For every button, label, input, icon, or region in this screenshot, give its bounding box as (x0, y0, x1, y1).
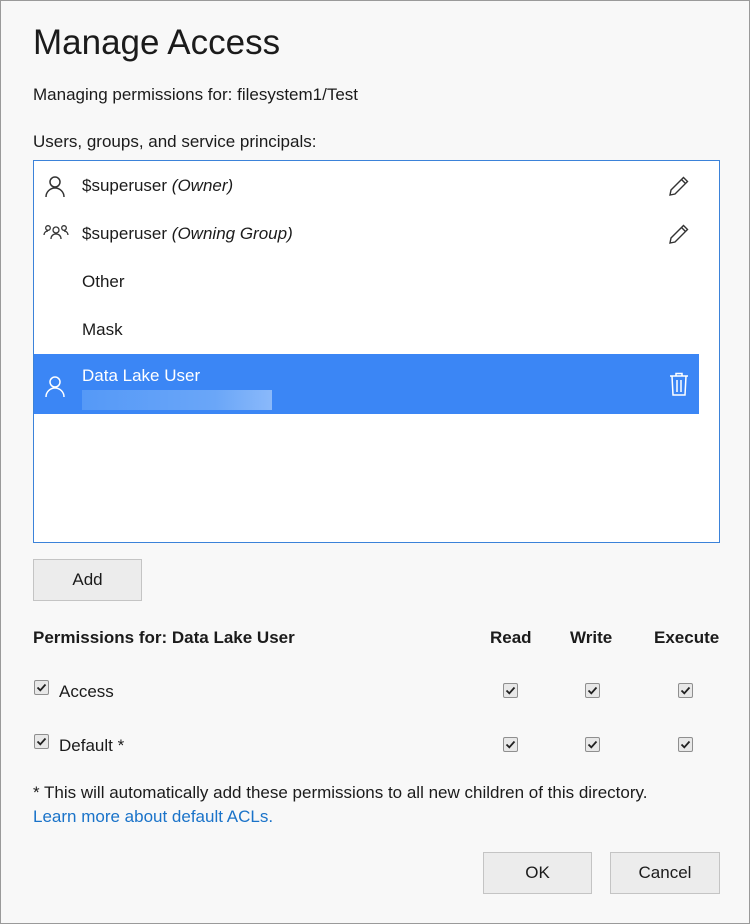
ok-button[interactable]: OK (483, 852, 592, 894)
principal-role: (Owner) (171, 176, 234, 195)
principal-row-mask[interactable]: Mask (34, 306, 699, 354)
check-icon (505, 686, 516, 695)
cancel-button[interactable]: Cancel (610, 852, 720, 894)
check-icon (505, 740, 516, 749)
learn-more-link[interactable]: Learn more about default ACLs. (33, 807, 273, 827)
default-write-checkbox[interactable] (585, 737, 600, 752)
access-read-checkbox[interactable] (503, 683, 518, 698)
dialog-title: Manage Access (33, 23, 281, 62)
default-label: Default * (59, 736, 125, 755)
manage-access-dialog: Manage Access Managing permissions for: … (0, 0, 750, 924)
edit-pencil-icon[interactable] (665, 220, 693, 248)
check-icon (680, 686, 691, 695)
add-button[interactable]: Add (33, 559, 142, 601)
check-icon (36, 737, 47, 746)
principal-name: Other (82, 272, 125, 291)
principal-name: Mask (82, 320, 123, 339)
access-enable-checkbox[interactable] (34, 680, 49, 695)
check-icon (587, 686, 598, 695)
column-execute: Execute (654, 628, 720, 647)
trash-icon[interactable] (665, 370, 693, 398)
user-icon (43, 374, 67, 398)
principals-list-label: Users, groups, and service principals: (33, 132, 317, 151)
check-icon (36, 683, 47, 692)
principal-row-owning-group[interactable]: $superuser (Owning Group) (34, 210, 699, 258)
check-icon (680, 740, 691, 749)
default-permissions-footnote: * This will automatically add these perm… (33, 783, 648, 802)
principal-role: (Owning Group) (171, 224, 293, 243)
principal-row-owner[interactable]: $superuser (Owner) (34, 162, 699, 210)
default-read-checkbox[interactable] (503, 737, 518, 752)
permissions-header: Permissions for: Data Lake User (33, 628, 295, 647)
access-execute-checkbox[interactable] (678, 683, 693, 698)
edit-pencil-icon[interactable] (665, 172, 693, 200)
check-icon (587, 740, 598, 749)
principal-name: $superuser (82, 224, 168, 243)
default-enable-checkbox[interactable] (34, 734, 49, 749)
principal-name: Data Lake User (82, 366, 201, 385)
principals-listbox[interactable]: $superuser (Owner) $superuser (Owning Gr… (33, 160, 720, 543)
column-read: Read (490, 628, 532, 647)
principal-row-data-lake-user[interactable]: Data Lake User (34, 354, 699, 414)
user-icon (43, 174, 67, 198)
access-label: Access (59, 682, 114, 701)
group-icon (43, 222, 69, 246)
access-write-checkbox[interactable] (585, 683, 600, 698)
principal-label: $superuser (Owner) (82, 176, 233, 196)
principal-row-other[interactable]: Other (34, 258, 699, 306)
principal-name: $superuser (82, 176, 168, 195)
managing-permissions-text: Managing permissions for: filesystem1/Te… (33, 85, 359, 104)
redacted-principal-id (82, 390, 272, 410)
principal-label: $superuser (Owning Group) (82, 224, 293, 244)
default-execute-checkbox[interactable] (678, 737, 693, 752)
column-write: Write (570, 628, 613, 647)
